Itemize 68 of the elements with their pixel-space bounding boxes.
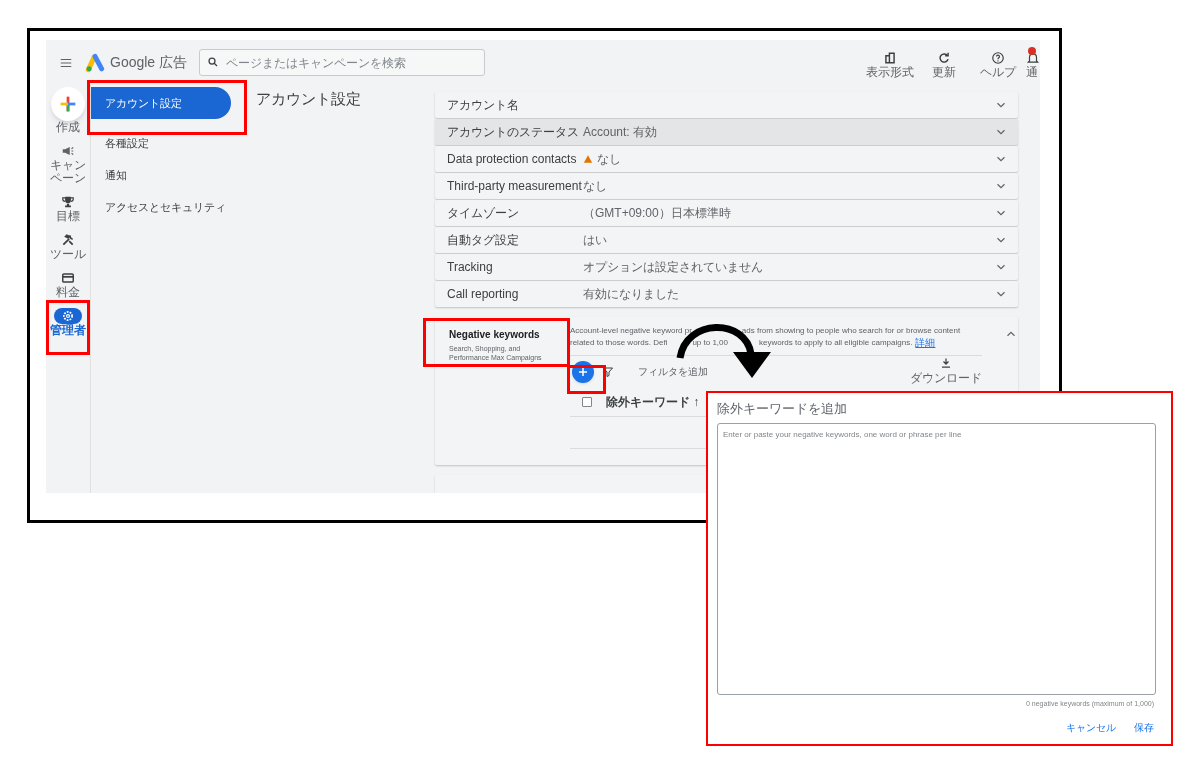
layout-icon (883, 50, 897, 65)
section-title: Negative keywords (449, 328, 541, 342)
settings-row[interactable]: タイムゾーン （GMT+09:00）日本標準時 (435, 200, 1018, 226)
setting-label: アカウント名 (447, 97, 520, 114)
setting-label: Tracking (447, 259, 494, 276)
setting-value: なし (597, 151, 621, 168)
settings-row[interactable]: 自動タグ設定 はい (435, 227, 1018, 253)
refresh-icon (937, 50, 951, 65)
sub-nav-item[interactable]: 通知 (91, 159, 241, 191)
megaphone-icon (61, 144, 75, 158)
toolbar-button[interactable]: 表示形式 (864, 50, 916, 79)
setting-label: Data protection contacts (447, 151, 578, 168)
setting-label: Third-party measurement (447, 178, 583, 195)
settings-row[interactable]: Data protection contacts なし (435, 146, 1018, 172)
tools-icon (61, 233, 75, 247)
add-filter-button[interactable]: フィルタを追加 (638, 364, 708, 379)
dialog-button[interactable]: 保存 (1134, 719, 1154, 735)
setting-value: （GMT+09:00）日本標準時 (583, 205, 731, 222)
add-button[interactable] (572, 360, 594, 383)
learn-more-link[interactable]: 詳細 (915, 337, 936, 349)
setting-value: なし (583, 178, 607, 195)
description-text: related to those words. Defi (570, 337, 668, 349)
nav-rail-item[interactable]: キャンペーン (46, 143, 90, 185)
description-text: keywords to apply to all eligible campaigns. (759, 337, 913, 349)
page-title: アカウント設定 (256, 89, 362, 109)
toolbar-button[interactable]: ヘルプ (972, 50, 1024, 79)
search-icon (207, 56, 220, 68)
nav-rail-item[interactable]: ツール (46, 232, 90, 261)
toolbar-button[interactable]: 更新 (918, 50, 970, 79)
highlight-frame (46, 300, 90, 355)
plus-icon (577, 365, 589, 378)
setting-label: タイムゾーン (447, 205, 520, 222)
settings-row[interactable]: アカウントのステータス Account: 有効 (435, 119, 1018, 145)
settings-row[interactable]: Call reporting 有効になりました (435, 281, 1018, 307)
nav-rail-item[interactable]: 目標 (46, 194, 90, 223)
product-name: Google 広告 (110, 53, 188, 72)
dialog-title: 除外キーワードを追加 (717, 400, 848, 418)
download-button[interactable]: ダウンロード (910, 356, 982, 387)
nav-rail-item[interactable]: 料金 (46, 270, 90, 299)
setting-value: オプションは設定されていません (583, 259, 763, 276)
settings-row[interactable]: Third-party measurementなし (435, 173, 1018, 199)
dialog-button[interactable]: キャンセル (1066, 719, 1116, 735)
description-text: up to 1,00 (692, 337, 728, 349)
setting-label: アカウントのステータス (447, 124, 580, 141)
setting-label: 自動タグ設定 (447, 232, 520, 249)
description-text: ads from showing to people who search for or browse content (741, 325, 961, 337)
help-icon (991, 50, 1005, 65)
logo-icon (84, 52, 106, 73)
setting-label: Call reporting (447, 286, 520, 303)
checkbox[interactable] (582, 396, 592, 407)
nav-rail-item[interactable]: 管理者 (46, 308, 90, 337)
trophy-icon (61, 195, 75, 209)
setting-value: Account: 有効 (583, 124, 658, 141)
settings-row[interactable]: アカウント名 (435, 92, 1018, 118)
column-header[interactable]: 除外キーワード ↑ (606, 392, 700, 411)
gear-icon (61, 309, 75, 323)
setting-value: 有効になりました (583, 286, 679, 303)
sub-nav-item[interactable]: アカウント設定 (91, 87, 231, 119)
description-text: Account-level negative keyword pr (570, 325, 692, 337)
keywords-field[interactable]: Enter or paste your negative keywords, one word or phrase per line (717, 423, 1156, 695)
setting-value: はい (583, 232, 607, 249)
toolbar-button[interactable]: 通 (1026, 50, 1040, 79)
sub-nav-item[interactable]: 各種設定 (91, 127, 241, 159)
search-field[interactable]: ページまたはキャンペーンを検索 (199, 49, 486, 76)
settings-row[interactable]: Tracking オプションは設定されていません (435, 254, 1018, 280)
sub-nav-item[interactable]: アクセスとセキュリティ (91, 191, 241, 223)
card-icon (61, 271, 75, 285)
download-icon (940, 356, 952, 369)
